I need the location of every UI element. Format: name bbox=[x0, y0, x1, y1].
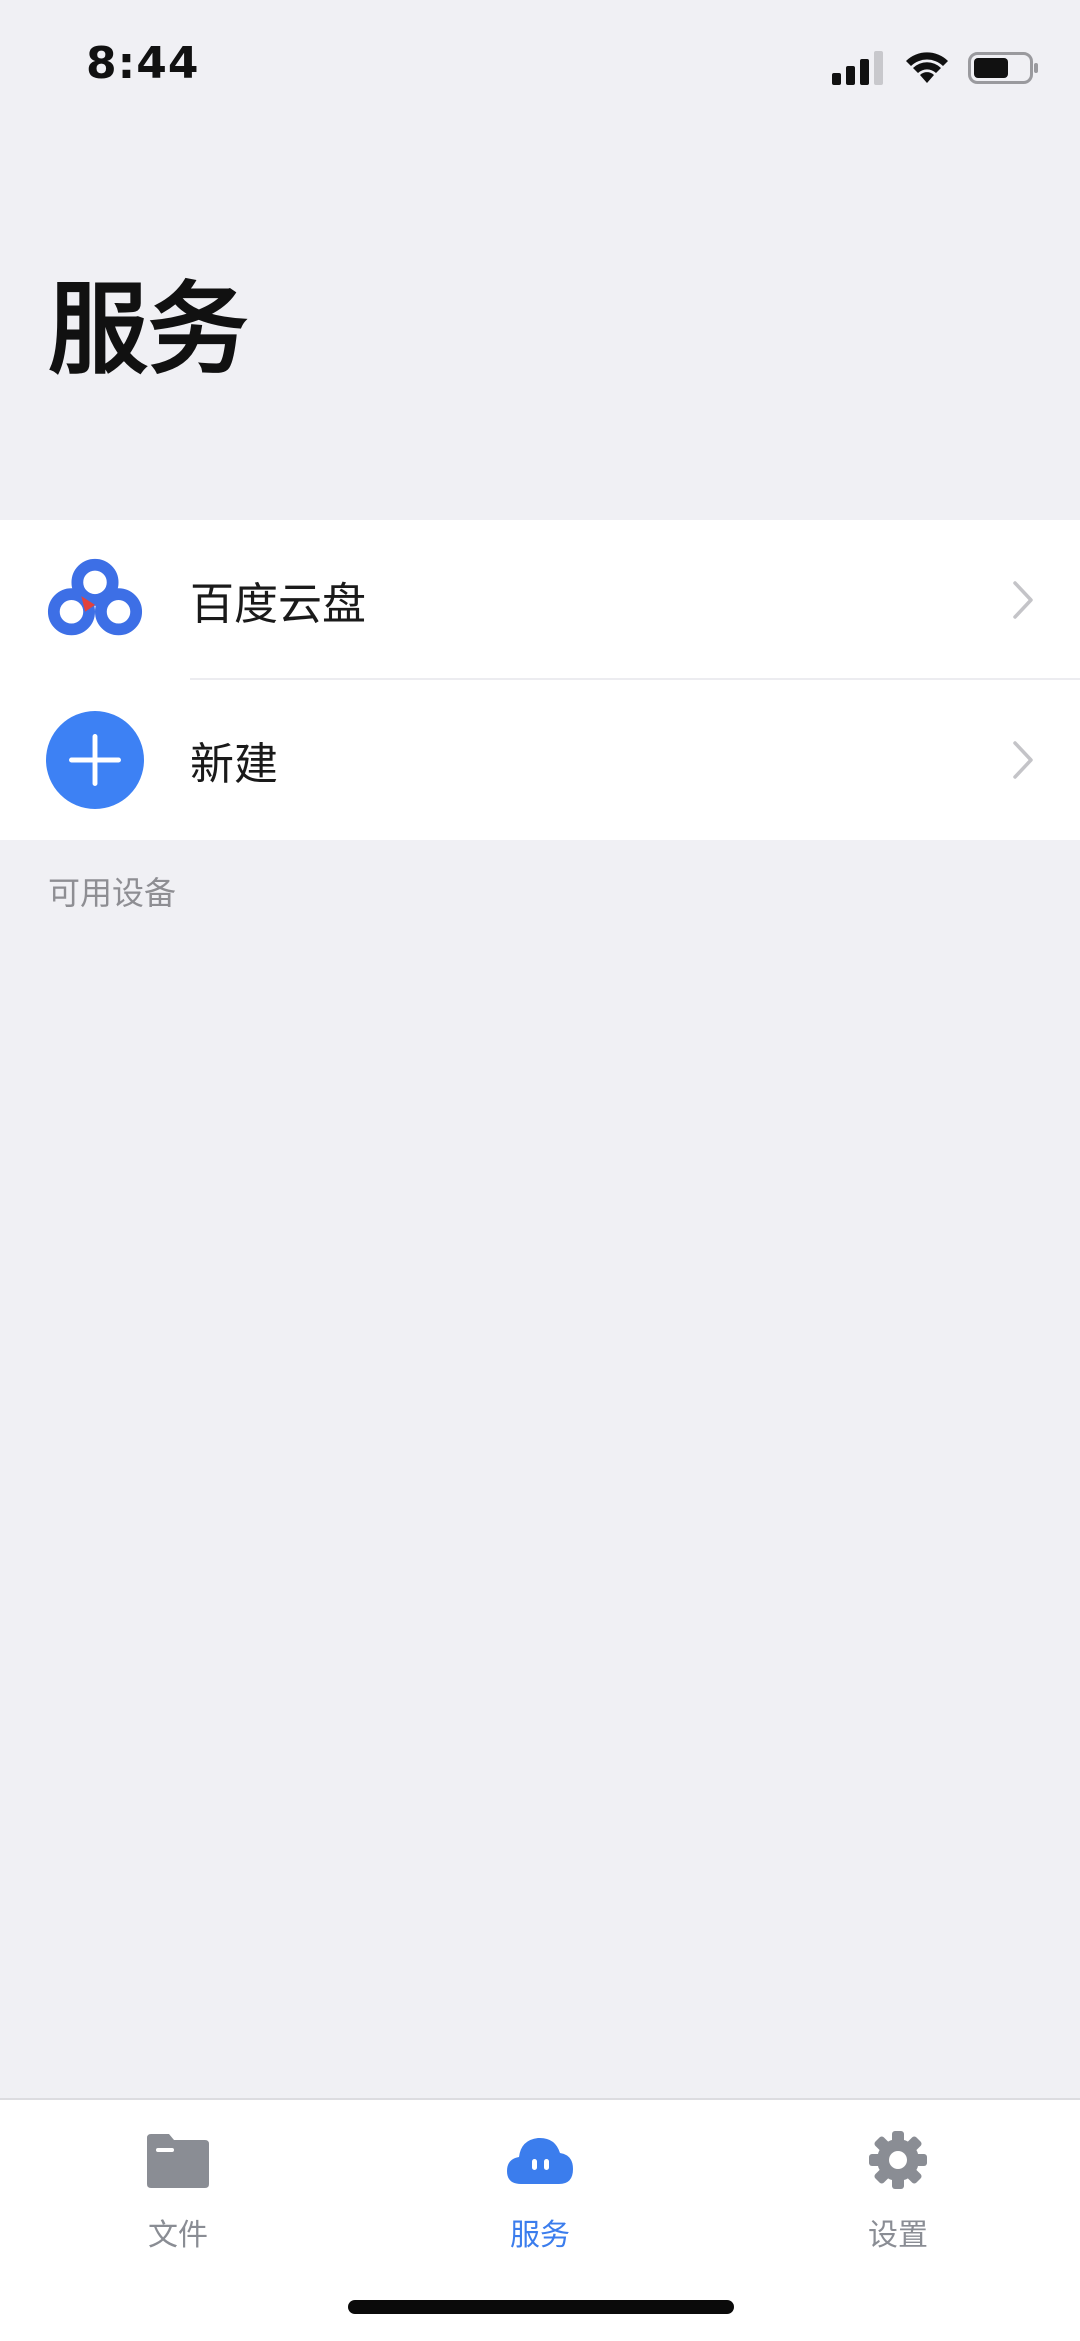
gear-icon bbox=[869, 2131, 927, 2189]
list-item-label: 新建 bbox=[190, 739, 278, 790]
cloud-icon bbox=[507, 2137, 573, 2184]
chevron-right-icon bbox=[1013, 581, 1033, 619]
tab-services[interactable]: 服务 bbox=[440, 2128, 640, 2258]
service-list: 百度云盘 新建 bbox=[0, 520, 1080, 840]
status-icons bbox=[832, 48, 1040, 88]
tab-label: 设置 bbox=[868, 2218, 928, 2253]
status-time: 8:44 bbox=[86, 38, 200, 89]
battery-icon bbox=[968, 52, 1038, 84]
list-item-label: 百度云盘 bbox=[190, 579, 366, 630]
folder-icon bbox=[147, 2134, 209, 2188]
tab-settings[interactable]: 设置 bbox=[798, 2128, 998, 2258]
plus-circle-icon bbox=[46, 711, 144, 809]
chevron-right-icon bbox=[1013, 741, 1033, 779]
list-item-new[interactable]: 新建 bbox=[0, 680, 1080, 840]
wifi-icon bbox=[906, 52, 948, 83]
list-item-baidu-cloud[interactable]: 百度云盘 bbox=[0, 520, 1080, 680]
section-label-available-devices: 可用设备 bbox=[48, 874, 177, 912]
tab-label: 文件 bbox=[148, 2218, 208, 2253]
status-bar: 8:44 bbox=[0, 0, 1080, 140]
tab-files[interactable]: 文件 bbox=[78, 2128, 278, 2258]
tab-label: 服务 bbox=[510, 2218, 570, 2253]
baidu-cloud-icon bbox=[47, 558, 143, 636]
home-indicator[interactable] bbox=[348, 2300, 734, 2314]
page-title: 服务 bbox=[48, 271, 248, 388]
signal-icon bbox=[832, 51, 883, 85]
